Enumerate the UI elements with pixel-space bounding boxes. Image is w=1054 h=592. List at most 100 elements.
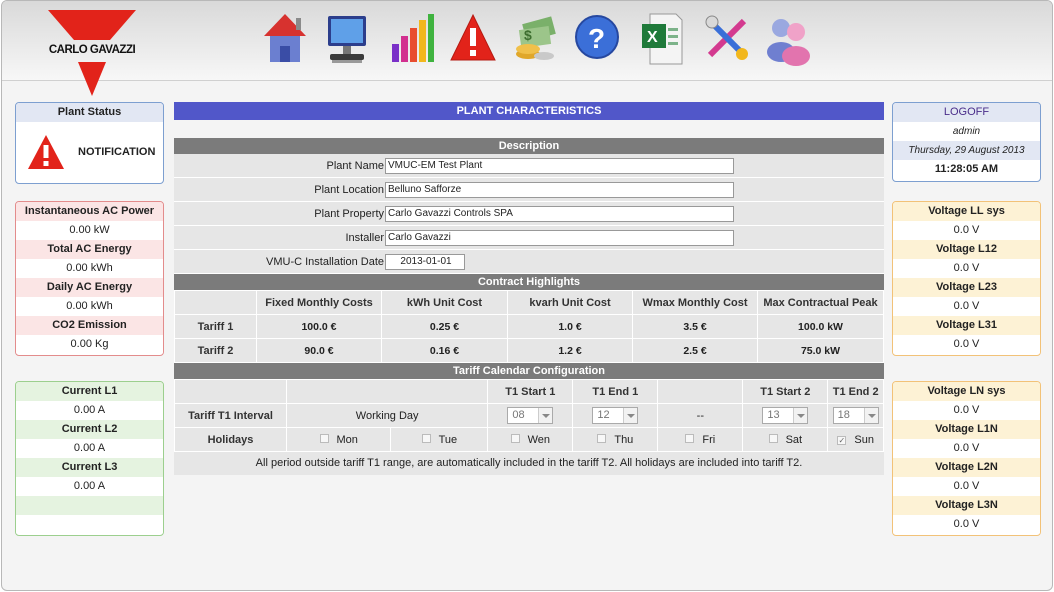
voltage-l3n-value: 0.0 V [893, 515, 1040, 534]
table-cell: 1.2 € [507, 338, 633, 363]
current-l1-label: Current L1 [16, 382, 163, 401]
plant-property-row: Plant Property Carlo Gavazzi Controls SP… [174, 202, 884, 226]
current-l1-value: 0.00 A [16, 401, 163, 420]
table-cell: 100.0 € [256, 314, 382, 339]
voltage-l3n-label: Voltage L3N [893, 496, 1040, 515]
holiday-mon-checkbox[interactable] [319, 433, 329, 443]
voltage-l23-value: 0.0 V [893, 297, 1040, 316]
ac-power-label: Instantaneous AC Power [16, 202, 163, 221]
t1-start1-select[interactable]: 08 [507, 407, 554, 424]
session-time: 11:28:05 AM [934, 163, 999, 175]
monitor-button[interactable] [322, 10, 372, 68]
holiday-sat-label: Sat [785, 433, 803, 446]
voltage-l2n-value: 0.0 V [893, 477, 1040, 496]
money-icon: $ [516, 16, 556, 60]
co2-emission-label: CO2 Emission [16, 316, 163, 335]
home-icon [264, 14, 306, 62]
col-max-peak: Max Contractual Peak [757, 290, 884, 315]
description-section-title: Description [174, 138, 884, 154]
contract-header-row: Fixed Monthly Costs kWh Unit Cost kvarh … [174, 290, 884, 315]
monitor-icon [328, 16, 366, 63]
session-panel: LOGOFF admin Thursday, 29 August 2013 11… [892, 102, 1041, 182]
table-cell: 90.0 € [256, 338, 382, 363]
holiday-thu-checkbox[interactable] [597, 433, 607, 443]
ac-power-value: 0.00 kW [16, 221, 163, 240]
notification-warning-icon[interactable] [26, 133, 66, 171]
table-cell: 100.0 kW [757, 314, 884, 339]
voltage-l31-label: Voltage L31 [893, 316, 1040, 335]
session-user: admin [952, 126, 981, 137]
chevron-down-icon [793, 408, 808, 423]
tariff-header-blank-1 [174, 379, 287, 404]
holiday-tue-label: Tue [438, 433, 458, 446]
logoff-link[interactable]: LOGOFF [893, 103, 1040, 122]
help-icon: ? [575, 15, 619, 59]
daily-energy-label: Daily AC Energy [16, 278, 163, 297]
installer-input[interactable]: Carlo Gavazzi [385, 230, 734, 246]
col-fixed-monthly: Fixed Monthly Costs [256, 290, 382, 315]
charts-button[interactable] [386, 10, 436, 68]
plant-location-input[interactable]: Belluno Safforze [385, 182, 734, 198]
t1-end1-select[interactable]: 12 [592, 407, 639, 424]
tariff-note: All period outside tariff T1 range, are … [174, 452, 884, 475]
app-frame: CARLO GAVAZZI $ ? X Plant Status NOTIFIC… [1, 0, 1053, 591]
voltage-l12-label: Voltage L12 [893, 240, 1040, 259]
chevron-down-icon [538, 408, 553, 423]
working-day-label: Working Day [285, 403, 489, 428]
holiday-tue-checkbox[interactable] [421, 433, 431, 443]
daily-energy-value: 0.00 kWh [16, 297, 163, 316]
home-button[interactable] [260, 10, 310, 68]
users-button[interactable] [764, 10, 814, 68]
plant-status-title: Plant Status [16, 103, 163, 122]
voltage-l12-value: 0.0 V [893, 259, 1040, 278]
t1-start2-select[interactable]: 13 [762, 407, 809, 424]
tariff-header-row: T1 Start 1 T1 End 1 T1 Start 2 T1 End 2 [174, 379, 884, 404]
installer-label: Installer [345, 232, 384, 244]
costs-button[interactable]: $ [510, 10, 560, 68]
t1-end2-select[interactable]: 18 [832, 407, 879, 424]
voltage-l31-value: 0.0 V [893, 335, 1040, 354]
brand-logo: CARLO GAVAZZI [48, 10, 136, 96]
interval-separator: -- [657, 403, 744, 428]
currents-spacer-2 [16, 515, 163, 534]
svg-text:$: $ [524, 27, 532, 43]
table-cell: 0.16 € [381, 338, 508, 363]
settings-button[interactable] [702, 10, 752, 68]
plant-name-input[interactable]: VMUC-EM Test Plant [385, 158, 734, 174]
tariff-interval-label: Tariff T1 Interval [174, 403, 287, 428]
notification-label[interactable]: NOTIFICATION [78, 146, 155, 158]
holiday-wen-checkbox[interactable] [510, 433, 520, 443]
table-cell: 0.25 € [381, 314, 508, 339]
svg-text:?: ? [588, 23, 605, 54]
alarms-button[interactable] [448, 10, 498, 68]
holiday-mon-label: Mon [336, 433, 358, 446]
export-excel-button[interactable]: X [636, 10, 686, 68]
install-date-input[interactable]: 2013-01-01 [385, 254, 465, 270]
holiday-sun-label: Sun [854, 433, 874, 446]
tariff-1-row: Tariff 1 100.0 € 0.25 € 1.0 € 3.5 € 100.… [174, 314, 884, 339]
table-cell: 2.5 € [632, 338, 758, 363]
plant-property-input[interactable]: Carlo Gavazzi Controls SPA [385, 206, 734, 222]
col-t1-start1: T1 Start 1 [487, 379, 574, 404]
currents-spacer [16, 496, 163, 515]
header: CARLO GAVAZZI $ ? X [2, 1, 1052, 96]
svg-text:X: X [647, 29, 658, 46]
voltage-ll-sys-value: 0.0 V [893, 221, 1040, 240]
co2-emission-value: 0.00 Kg [16, 335, 163, 354]
holiday-sat-checkbox[interactable] [768, 433, 778, 443]
tariff-2-row: Tariff 2 90.0 € 0.16 € 1.2 € 2.5 € 75.0 … [174, 338, 884, 363]
excel-icon: X [642, 13, 683, 65]
contract-table: Fixed Monthly Costs kWh Unit Cost kvarh … [174, 290, 884, 363]
help-button[interactable]: ? [572, 10, 622, 68]
current-l3-value: 0.00 A [16, 477, 163, 496]
col-kwh-unit: kWh Unit Cost [381, 290, 508, 315]
brand-name: CARLO GAVAZZI [48, 44, 136, 56]
holiday-fri-checkbox[interactable] [685, 433, 695, 443]
holiday-fri-label: Fri [702, 433, 716, 446]
tariff-interval-row: Tariff T1 Interval Working Day 08 12 -- … [174, 403, 884, 428]
holidays-label: Holidays [174, 427, 287, 452]
voltage-l1n-value: 0.0 V [893, 439, 1040, 458]
voltage-ll-sys-label: Voltage LL sys [893, 202, 1040, 221]
total-energy-label: Total AC Energy [16, 240, 163, 259]
holiday-sun-checkbox[interactable]: ✓ [837, 435, 847, 445]
